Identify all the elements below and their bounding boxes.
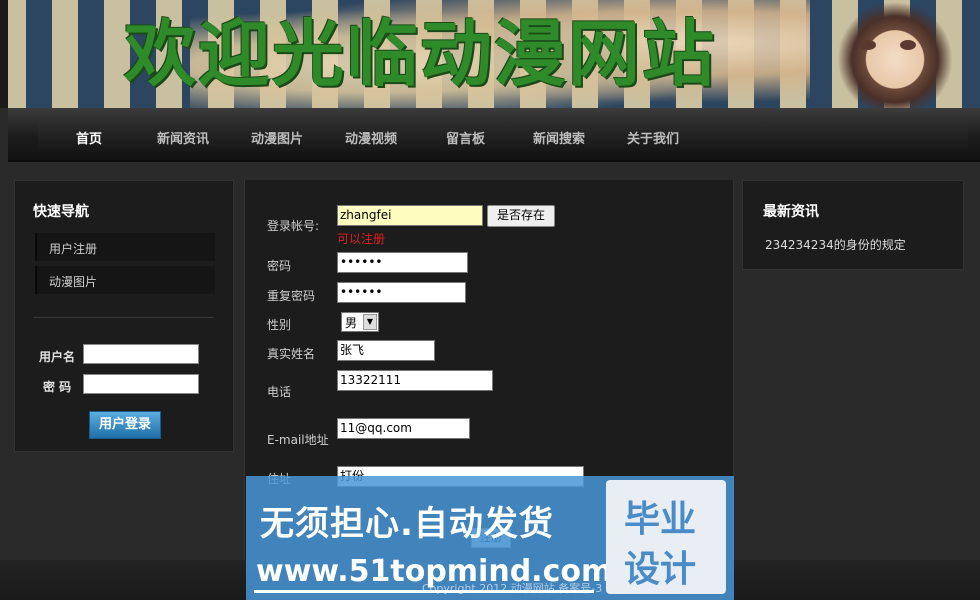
main-nav: 首页 新闻资讯 动漫图片 动漫视频 留言板 新闻搜索 关于我们 <box>8 108 980 162</box>
watermark-overlay: 无须担心.自动发货 www.51topmind.com Copyright 20… <box>246 476 734 600</box>
news-link[interactable]: 234234234的身份的规定 <box>765 236 906 253</box>
email-input[interactable]: 11@qq.com <box>337 418 470 439</box>
chevron-down-icon: ▼ <box>363 314 377 330</box>
quick-nav-panel: 快速导航 用户注册 动漫图片 用户名 密 码 用户登录 <box>14 180 234 452</box>
gender-value: 男 <box>345 316 358 330</box>
banner-left-edge <box>0 0 8 108</box>
gender-label: 性别 <box>267 318 292 332</box>
quick-nav-item-label: 动漫图片 <box>49 275 98 289</box>
watermark-badge-text: 毕业 <box>624 499 697 540</box>
quick-nav-item-anime-images[interactable]: 动漫图片 <box>35 266 215 294</box>
latest-news-title: 最新资讯 <box>763 204 819 220</box>
nav-item-home[interactable]: 首页 <box>76 128 102 147</box>
watermark-badge-text: 设计 <box>624 549 697 590</box>
phone-label: 电话 <box>267 385 292 399</box>
banner-character-eye <box>900 40 916 50</box>
availability-message: 可以注册 <box>337 232 386 246</box>
phone-input[interactable]: 13322111 <box>337 370 493 391</box>
nav-item-guestbook[interactable]: 留言板 <box>446 128 485 147</box>
check-exists-button[interactable]: 是否存在 <box>487 205 555 227</box>
username-input[interactable] <box>83 344 199 364</box>
password-input[interactable]: •••••• <box>337 252 468 273</box>
quick-nav-item-label: 用户注册 <box>49 242 98 256</box>
nav-item-news-search[interactable]: 新闻搜索 <box>533 128 585 147</box>
watermark-badge: 毕业 设计 <box>606 480 726 594</box>
banner-title: 欢迎光临动漫网站 <box>124 12 717 96</box>
password-label: 密码 <box>267 259 292 273</box>
latest-news-panel: 最新资讯 234234234的身份的规定 <box>742 180 964 270</box>
nav-item-news[interactable]: 新闻资讯 <box>157 128 209 147</box>
quick-nav-title: 快速导航 <box>33 204 89 220</box>
realname-input[interactable]: 张飞 <box>337 340 435 361</box>
watermark-text: 无须担心.自动发货 <box>260 504 554 544</box>
banner-character-image <box>820 0 970 108</box>
repeat-password-input[interactable]: •••••• <box>337 282 466 303</box>
repeat-password-label: 重复密码 <box>267 289 316 303</box>
password-input[interactable] <box>83 374 199 394</box>
login-button[interactable]: 用户登录 <box>89 411 161 439</box>
nav-item-about-us[interactable]: 关于我们 <box>627 128 679 147</box>
banner-character-eye <box>860 40 876 50</box>
site-banner: 欢迎光临动漫网站 <box>0 0 980 108</box>
nav-item-anime-images[interactable]: 动漫图片 <box>251 128 303 147</box>
nav-item-anime-videos[interactable]: 动漫视频 <box>345 128 397 147</box>
account-label: 登录帐号: <box>267 219 320 233</box>
footer-copyright-text: Copyright 2012 动漫网站 备案号-3 <box>422 582 603 595</box>
username-label: 用户名 <box>39 350 76 364</box>
password-label: 密 码 <box>43 380 72 394</box>
account-input[interactable]: zhangfei <box>337 205 483 226</box>
quick-nav-item-register[interactable]: 用户注册 <box>35 233 215 261</box>
divider <box>33 317 213 318</box>
email-label: E-mail地址 <box>267 433 329 447</box>
realname-label: 真实姓名 <box>267 347 316 361</box>
gender-select[interactable]: 男 ▼ <box>341 312 379 332</box>
